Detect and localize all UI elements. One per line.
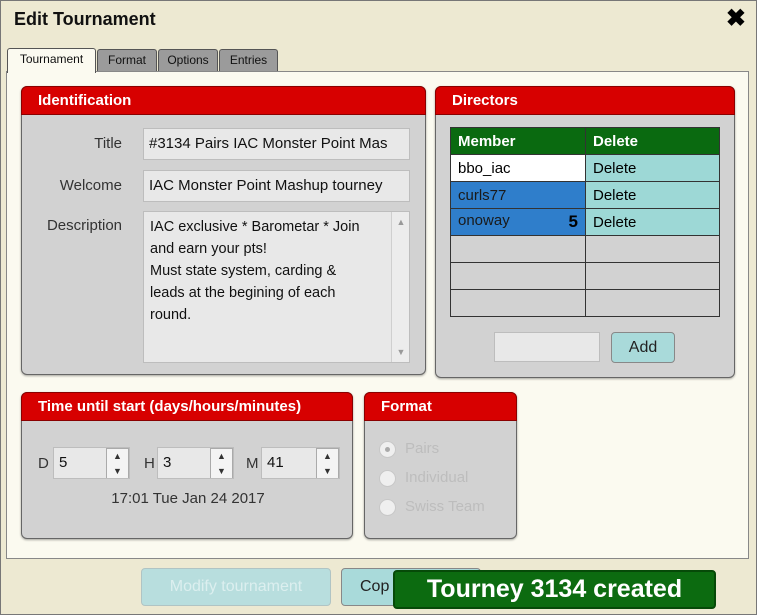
tab-entries[interactable]: Entries [219,49,278,71]
dialog-title: Edit Tournament [14,9,156,29]
description-label: Description [46,217,122,234]
member-column-header: Member [450,127,586,155]
close-icon[interactable]: ✖ [726,7,746,31]
time-until-start-header: Time until start (days/hours/minutes) [21,392,353,421]
directors-table: Member Delete bbo_iac Delete curls77 Del… [450,127,720,317]
count-badge: 5 [568,212,578,231]
tab-format[interactable]: Format [97,49,157,71]
modify-tournament-button[interactable]: Modify tournament [141,568,331,606]
scroll-down-icon[interactable]: ▼ [394,345,408,359]
hours-spinner[interactable]: ▲ ▼ [210,448,233,478]
hours-value: 3 [163,454,172,471]
days-label: D [38,455,49,472]
description-line: IAC exclusive * Barometar * Join [150,219,360,235]
directors-table-header: Member Delete [450,127,720,155]
delete-cell[interactable]: Delete [585,181,720,209]
directors-header: Directors [435,86,735,115]
delete-cell[interactable]: Delete [585,208,720,236]
table-row [450,235,720,263]
radio-label: Individual [405,469,469,486]
format-option-individual[interactable]: Individual [379,469,468,487]
welcome-input[interactable]: IAC Monster Point Mashup tourney [143,170,410,202]
radio-icon[interactable] [379,469,396,487]
title-label: Title [94,135,122,152]
table-row[interactable]: curls77 Delete [450,181,720,209]
welcome-label: Welcome [59,177,122,194]
identification-header: Identification [21,86,426,115]
empty-cell [450,289,586,317]
title-bar: Edit Tournament ✖ [1,1,756,41]
member-name: onoway [458,212,510,229]
identification-panel: Identification Title #3134 Pairs IAC Mon… [21,86,426,375]
days-stepper[interactable]: 5 ▲ ▼ [53,447,130,479]
add-director-button[interactable]: Add [611,332,675,363]
decrement-icon[interactable]: ▼ [317,464,338,478]
start-datetime: 17:01 Tue Jan 24 2017 [111,490,265,507]
delete-column-header: Delete [585,127,720,155]
table-row[interactable]: onoway 5 Delete [450,208,720,236]
increment-icon[interactable]: ▲ [317,449,338,463]
minutes-label: M [246,455,259,472]
add-director-input[interactable] [494,332,600,362]
table-row [450,289,720,317]
empty-cell [585,235,720,263]
empty-cell [450,262,586,290]
empty-cell [585,262,720,290]
format-header: Format [364,392,517,421]
radio-selected-icon[interactable] [379,440,396,458]
delete-cell[interactable]: Delete [585,154,720,182]
minutes-spinner[interactable]: ▲ ▼ [316,448,339,478]
status-toast: Tourney 3134 created [393,570,716,609]
directors-panel: Directors Member Delete bbo_iac Delete c… [435,86,735,378]
format-option-pairs[interactable]: Pairs [379,440,439,458]
scroll-up-icon[interactable]: ▲ [394,215,408,229]
minutes-stepper[interactable]: 41 ▲ ▼ [261,447,340,479]
description-line: Must state system, carding & [150,263,337,279]
description-line: round. [150,307,192,323]
hours-label: H [144,455,155,472]
radio-icon[interactable] [379,498,396,516]
minutes-value: 41 [267,454,284,471]
radio-label: Swiss Team [405,498,485,515]
tab-options[interactable]: Options [158,49,218,71]
title-input[interactable]: #3134 Pairs IAC Monster Point Mas [143,128,410,160]
description-scrollbar[interactable]: ▲ ▼ [391,212,409,362]
days-value: 5 [59,454,68,471]
edit-tournament-dialog: Edit Tournament ✖ Tournament Format Opti… [0,0,757,615]
empty-cell [585,289,720,317]
description-line: and earn your pts! [150,241,267,257]
tab-content: Identification Title #3134 Pairs IAC Mon… [6,71,749,559]
tab-tournament[interactable]: Tournament [7,48,96,73]
table-row[interactable]: bbo_iac Delete [450,154,720,182]
table-row [450,262,720,290]
hours-stepper[interactable]: 3 ▲ ▼ [157,447,234,479]
radio-label: Pairs [405,440,440,457]
description-line: leads at the begining of each [150,285,336,301]
description-textarea[interactable]: IAC exclusive * Barometar * Join and ear… [143,211,410,363]
decrement-icon[interactable]: ▼ [107,464,128,478]
format-panel: Format Pairs Individual Swiss Team [364,392,517,539]
increment-icon[interactable]: ▲ [211,449,232,463]
days-spinner[interactable]: ▲ ▼ [106,448,129,478]
empty-cell [450,235,586,263]
member-cell[interactable]: curls77 [450,181,586,209]
member-cell[interactable]: onoway 5 [450,208,586,236]
time-until-start-panel: Time until start (days/hours/minutes) D … [21,392,353,539]
format-option-swiss-team[interactable]: Swiss Team [379,498,485,516]
member-cell[interactable]: bbo_iac [450,154,586,182]
decrement-icon[interactable]: ▼ [211,464,232,478]
increment-icon[interactable]: ▲ [107,449,128,463]
